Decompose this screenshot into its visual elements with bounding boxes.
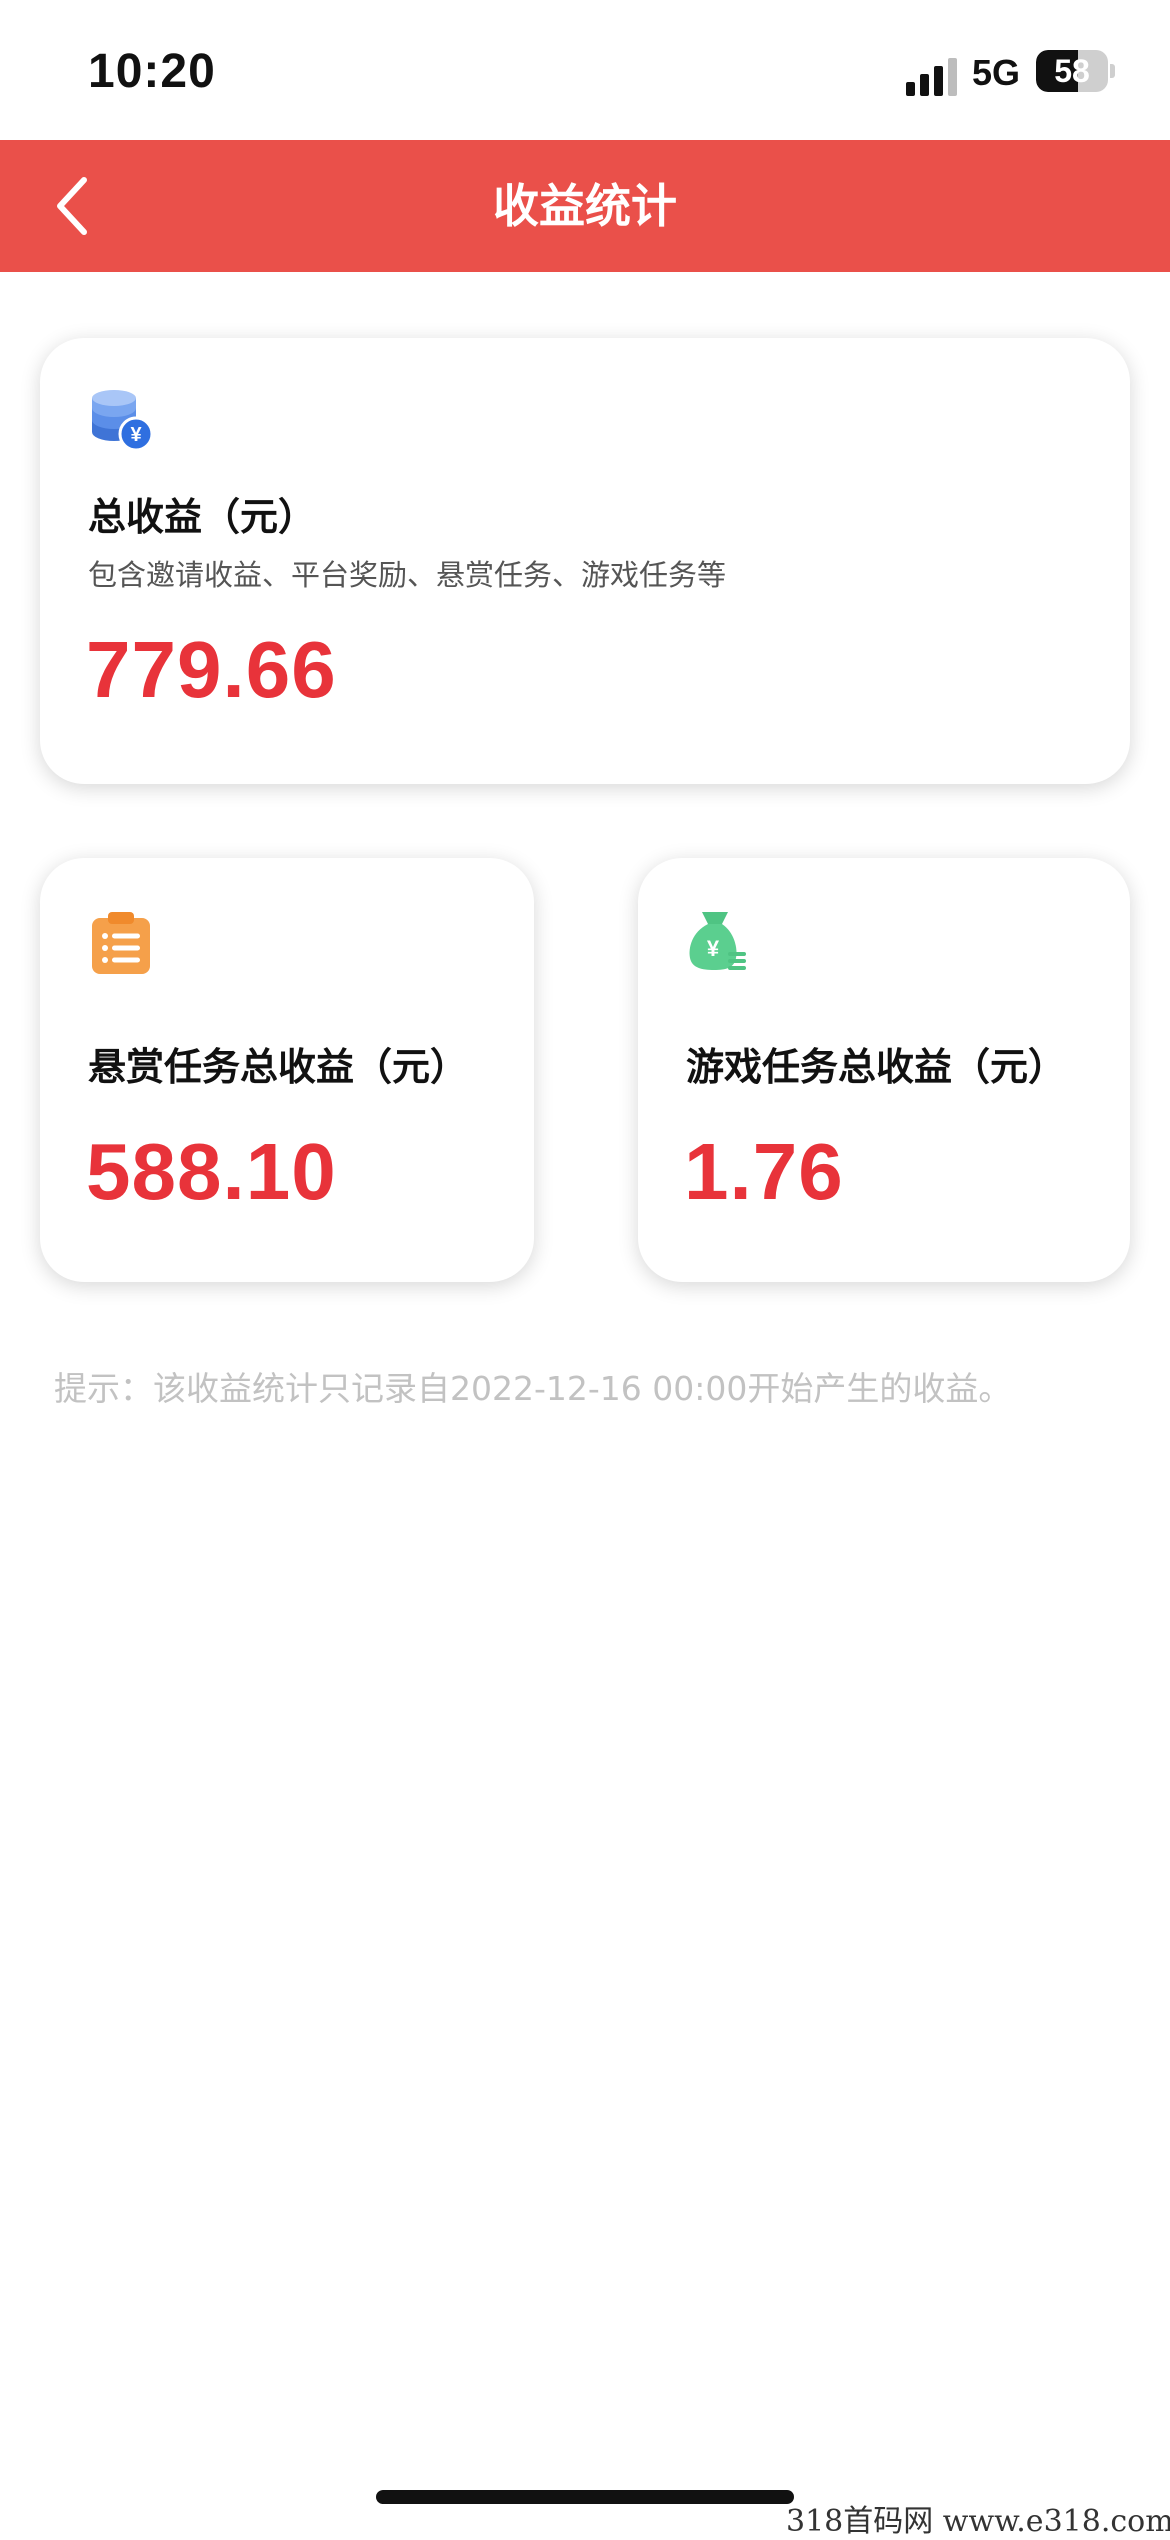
nav-header: 收益统计 [0,140,1170,272]
total-earnings-value: 779.66 [86,625,337,714]
tip-text: 提示：该收益统计只记录自2022-12-16 00:00开始产生的收益。 [54,1369,1012,1408]
back-button[interactable] [40,166,120,246]
chevron-left-icon [57,177,87,235]
money-bag-icon: ¥ [689,912,746,970]
svg-text:¥: ¥ [707,936,720,961]
status-bar: 10:20 5G 58 [0,0,1170,140]
total-earnings-title: 总收益（元） [88,495,317,539]
svg-text:¥: ¥ [130,424,142,446]
status-time: 10:20 [88,45,216,98]
battery-level: 58 [1054,53,1090,89]
total-earnings-card: ¥ 总收益（元） 包含邀请收益、平台奖励、悬赏任务、游戏任务等 779.66 [40,338,1130,784]
bounty-earnings-value: 588.10 [86,1127,337,1216]
clipboard-list-icon [92,912,150,974]
watermark: 318首码网 www.e318.com [786,2504,1170,2539]
cellular-signal-icon [906,58,957,96]
game-earnings-title: 游戏任务总收益（元） [686,1045,1067,1089]
game-earnings-value: 1.76 [684,1127,844,1216]
bounty-earnings-card: 悬赏任务总收益（元） 588.10 [40,858,534,1282]
bounty-earnings-title: 悬赏任务总收益（元） [88,1045,469,1089]
page-title: 收益统计 [493,179,677,233]
coin-stack-icon: ¥ [92,390,154,452]
game-earnings-card: ¥ 游戏任务总收益（元） 1.76 [638,858,1130,1282]
home-indicator[interactable] [376,2490,794,2504]
total-earnings-description: 包含邀请收益、平台奖励、悬赏任务、游戏任务等 [88,558,727,592]
network-type: 5G [972,52,1021,93]
battery-icon: 58 [1036,50,1116,92]
